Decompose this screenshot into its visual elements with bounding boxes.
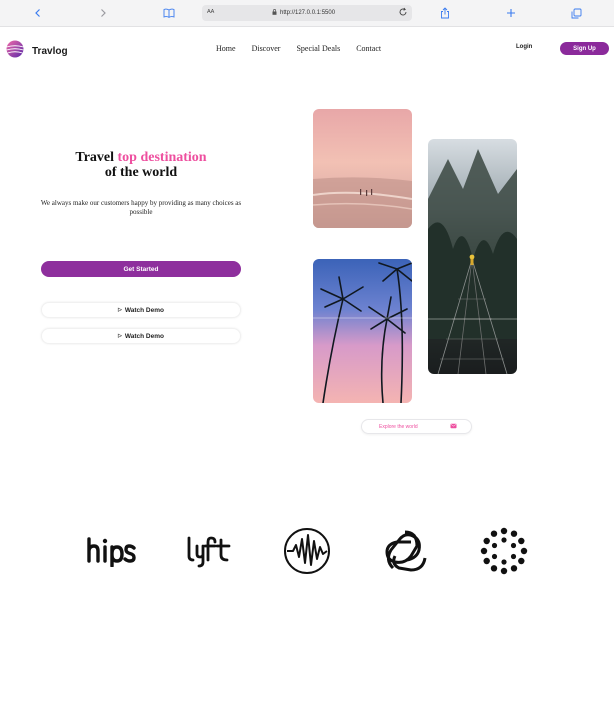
- explore-world-card[interactable]: Explore the world: [361, 419, 472, 434]
- main-nav: Home Discover Special Deals Contact: [216, 44, 397, 53]
- bookmarks-icon[interactable]: [162, 6, 176, 20]
- nav-special-deals[interactable]: Special Deals: [296, 44, 340, 53]
- back-icon[interactable]: [31, 6, 45, 20]
- watch-demo-button[interactable]: ▷ Watch Demo: [41, 302, 241, 318]
- brand-logo[interactable]: Travlog: [5, 40, 68, 63]
- get-started-button[interactable]: Get Started: [41, 261, 241, 277]
- bridge-hiker-photo: [428, 139, 517, 374]
- dots-circle-logo-icon: [479, 527, 529, 575]
- hero-subtitle: We always make our customers happy by pr…: [40, 199, 242, 216]
- watch-demo-label: Watch Demo: [124, 332, 164, 340]
- brand-name: Travlog: [32, 46, 68, 57]
- beach-photo: [313, 109, 412, 228]
- hips-logo-icon: [83, 527, 138, 575]
- wave-logo-icon: [282, 527, 332, 575]
- palm-trees-photo: [313, 259, 412, 403]
- mail-icon: [450, 423, 457, 431]
- watch-demo-label: Watch Demo: [124, 306, 164, 314]
- text-size-button[interactable]: AA: [207, 9, 214, 15]
- new-tab-icon[interactable]: [504, 6, 518, 20]
- reload-icon[interactable]: [398, 7, 408, 19]
- address-bar[interactable]: AA http://127.0.0.1:5500: [202, 5, 412, 21]
- hero-title-suffix: of the world: [104, 165, 178, 180]
- url-text: http://127.0.0.1:5500: [280, 10, 336, 16]
- nav-discover[interactable]: Discover: [252, 44, 281, 53]
- knot-logo-icon: [380, 527, 430, 575]
- play-icon: ▷: [118, 307, 122, 313]
- hero-title: Travel top destination of the world: [40, 150, 242, 180]
- nav-contact[interactable]: Contact: [356, 44, 381, 53]
- forward-icon[interactable]: [96, 6, 110, 20]
- nav-home[interactable]: Home: [216, 44, 236, 53]
- signup-button[interactable]: Sign Up: [560, 42, 609, 55]
- browser-toolbar: AA http://127.0.0.1:5500: [0, 0, 614, 27]
- lyft-logo-icon: [183, 527, 235, 575]
- explore-label: Explore the world: [379, 424, 418, 430]
- tabs-overview-icon[interactable]: [569, 6, 583, 20]
- play-icon: ▷: [118, 333, 122, 339]
- lock-icon: [272, 9, 277, 17]
- hero-title-prefix: Travel: [75, 150, 115, 165]
- login-link[interactable]: Login: [516, 44, 532, 50]
- hero-title-accent: top destination: [117, 150, 207, 165]
- watch-demo-button-2[interactable]: ▷ Watch Demo: [41, 328, 241, 344]
- travlog-logo-icon: [5, 40, 25, 63]
- share-icon[interactable]: [438, 6, 452, 20]
